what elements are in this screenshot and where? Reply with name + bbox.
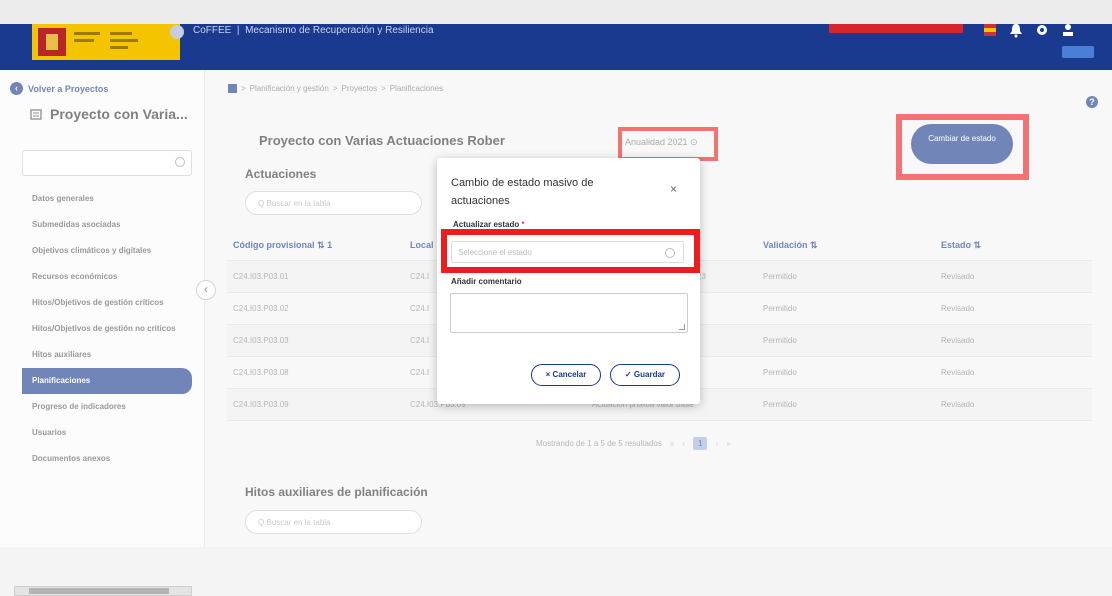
app-header: CoFFEE | Mecanismo de Recuperación y Res… — [0, 24, 1112, 70]
coffee-logo-icon — [170, 25, 184, 39]
cambio-estado-modal: Cambio de estado masivo de actuaciones ×… — [437, 158, 700, 404]
comentario-textarea[interactable] — [450, 293, 688, 333]
gear-icon[interactable] — [1034, 22, 1050, 38]
header-icons — [982, 20, 1076, 40]
environment-banner — [829, 24, 963, 33]
app-name: CoFFEE — [193, 25, 232, 36]
flag-icon[interactable] — [982, 22, 998, 38]
comentario-label: Añadir comentario — [451, 277, 522, 286]
modal-title: Cambio de estado masivo de actuaciones — [451, 177, 594, 207]
check-icon: ✓ — [624, 370, 632, 379]
sidebar-horizontal-scrollbar[interactable] — [14, 586, 192, 596]
scrollbar-thumb[interactable] — [29, 588, 169, 594]
estado-select-highlight — [441, 229, 700, 273]
user-icon[interactable] — [1060, 22, 1076, 38]
cancel-button[interactable]: × Cancelar — [531, 364, 601, 386]
close-icon[interactable]: × — [670, 182, 677, 196]
app-subtitle: Mecanismo de Recuperación y Resiliencia — [245, 25, 434, 36]
close-icon: × — [545, 370, 551, 379]
save-button[interactable]: ✓ Guardar — [610, 364, 680, 386]
header-title: CoFFEE | Mecanismo de Recuperación y Res… — [193, 25, 434, 36]
government-logo — [32, 24, 180, 60]
browser-top-strip — [0, 0, 1112, 24]
user-chip[interactable] — [1062, 46, 1094, 58]
coat-of-arms-icon — [38, 28, 66, 56]
bell-icon[interactable] — [1008, 22, 1024, 38]
estado-label: Actualizar estado * — [453, 220, 525, 229]
